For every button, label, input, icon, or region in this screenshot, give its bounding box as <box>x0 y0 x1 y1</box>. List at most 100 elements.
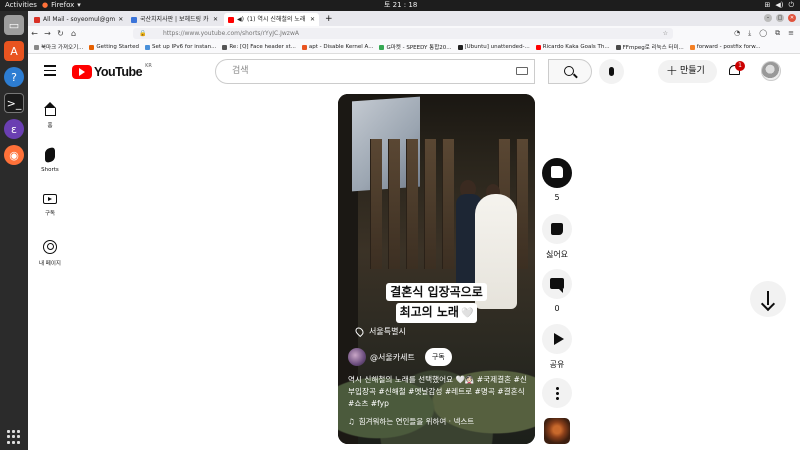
bookmark-item[interactable]: Ricardo Kaka Goals Th... <box>535 44 610 50</box>
emacs-icon[interactable]: ε <box>4 119 24 139</box>
menu-icon[interactable]: ≡ <box>788 29 794 38</box>
audio-playing-icon[interactable]: ◀) <box>237 13 244 26</box>
comment-action: 0 <box>542 269 572 313</box>
network-icon: ⊞ <box>764 1 771 9</box>
create-button[interactable]: + 만들기 <box>658 60 717 83</box>
youtube-page: YouTube KR 검색 + 만들기 1 홈 Shorts 구독 내 페이지 … <box>28 54 800 450</box>
guide-item-home[interactable]: 홈 <box>28 102 72 129</box>
forward-icon[interactable]: → <box>41 29 54 38</box>
youtube-logo[interactable]: YouTube KR <box>72 63 152 79</box>
arrow-down-icon <box>767 291 769 305</box>
music-thumbnail[interactable] <box>544 418 570 444</box>
power-icon: ⏻ <box>788 1 794 9</box>
bookmarks-bar: 북마크 가져오기... Getting Started Set up IPv6 … <box>28 41 800 54</box>
share-action: 공유 <box>542 324 572 370</box>
share-button[interactable] <box>542 324 572 354</box>
app-menu[interactable]: ● Firefox ▾ <box>42 0 81 11</box>
microphone-icon <box>609 67 614 76</box>
downloads-icon[interactable]: ⤓ <box>748 29 751 38</box>
help-icon[interactable]: ? <box>4 67 24 87</box>
shorts-icon <box>45 146 55 164</box>
close-tab-icon[interactable]: ✕ <box>213 13 218 26</box>
bookmark-favicon-icon <box>615 44 621 50</box>
channel-avatar[interactable] <box>348 348 366 366</box>
like-count: 5 <box>554 193 560 202</box>
video-caption: 결혼식 입장곡으로 최고의 노래 🤍 <box>348 281 525 323</box>
dislike-action: 싫어요 <box>542 214 572 260</box>
reload-icon[interactable]: ↻ <box>54 29 67 38</box>
terminal-icon[interactable]: >_ <box>4 93 24 113</box>
url-text[interactable]: https://www.youtube.com/shorts/rYyJC.Jwz… <box>163 30 299 37</box>
guide-item-shorts[interactable]: Shorts <box>28 146 72 173</box>
software-center-icon[interactable]: A <box>4 41 24 61</box>
dislike-button[interactable] <box>542 214 572 244</box>
firefox-dock-icon[interactable]: ◉ <box>4 145 24 165</box>
like-button[interactable] <box>542 158 572 188</box>
bookmark-favicon-icon <box>535 44 541 50</box>
channel-name[interactable]: @서울카세트 <box>370 352 415 363</box>
shorts-player[interactable]: 결혼식 입장곡으로 최고의 노래 🤍 서울특별시 @서울카세트 구독 역시 신해철… <box>338 94 535 444</box>
bookmark-item[interactable]: forward - postfix forw... <box>689 44 761 50</box>
bookmark-favicon-icon <box>301 44 307 50</box>
location-tag[interactable]: 서울특별시 <box>353 325 406 338</box>
activities-button[interactable]: Activities <box>5 0 37 11</box>
tab-youtube-short[interactable]: ◀) (1) 역시 신해철의 노래 ✕ <box>224 13 319 26</box>
new-tab-button[interactable]: + <box>319 13 339 26</box>
clock[interactable]: 토 21 : 18 <box>384 0 417 11</box>
subscribe-button[interactable]: 구독 <box>424 348 452 366</box>
notifications-button[interactable]: 1 <box>728 61 745 79</box>
url-bar[interactable]: 🔒 https://www.youtube.com/shorts/rYyJC.J… <box>133 28 673 39</box>
bookmark-item[interactable]: apt - Disable Kernel A... <box>301 44 373 50</box>
minimize-icon[interactable]: – <box>764 14 772 22</box>
account-icon[interactable]: ◯ <box>759 29 767 38</box>
home-button-icon[interactable]: ⌂ <box>67 29 80 38</box>
music-info[interactable]: ♫ 힘겨워하는 연인들을 위하여 · 넥스트 <box>348 416 474 427</box>
close-window-icon[interactable]: ✕ <box>788 14 796 22</box>
files-icon[interactable]: ▭ <box>4 15 24 35</box>
extensions-icon[interactable]: ⧉ <box>775 29 780 38</box>
tab-gmail[interactable]: All Mail - soyeomul@gm ✕ <box>30 13 125 26</box>
back-icon[interactable]: ← <box>28 29 41 38</box>
more-options-button[interactable] <box>542 378 572 408</box>
bookmark-item[interactable]: 북마크 가져오기... <box>34 43 83 51</box>
bookmark-item[interactable]: FFmpeg로 리눅스 터미... <box>615 43 684 51</box>
lock-icon[interactable]: 🔒 <box>139 28 146 39</box>
comments-button[interactable] <box>542 269 572 299</box>
bookmark-favicon-icon <box>34 44 39 50</box>
voice-search-button[interactable] <box>599 59 624 84</box>
firefox-icon: ● <box>42 1 49 9</box>
bookmark-star-icon[interactable]: ☆ <box>663 28 668 39</box>
system-tray[interactable]: ⊞ ◀) ⏻ <box>764 0 794 11</box>
next-video-button[interactable] <box>750 281 786 317</box>
bookmark-item[interactable]: Set up IPv6 for instan... <box>144 44 216 50</box>
hamburger-menu-icon[interactable] <box>44 65 56 79</box>
navigation-toolbar: ← → ↻ ⌂ 🔒 https://www.youtube.com/shorts… <box>28 26 800 41</box>
pocket-icon[interactable]: ◔ <box>734 29 740 38</box>
search-button[interactable] <box>548 59 592 84</box>
channel-info: @서울카세트 구독 <box>348 348 452 366</box>
guide-item-subscriptions[interactable]: 구독 <box>28 194 72 217</box>
more-action <box>542 378 572 413</box>
close-tab-icon[interactable]: ✕ <box>118 13 123 26</box>
dislike-label: 싫어요 <box>545 250 569 259</box>
show-apps-icon[interactable] <box>7 430 21 444</box>
location-pin-icon <box>353 325 366 338</box>
account-avatar[interactable] <box>761 61 781 81</box>
tab-blog[interactable]: 국산치지사판 | 보헤드링 카 ✕ <box>127 13 222 26</box>
volume-icon: ◀) <box>775 1 784 9</box>
search-input[interactable]: 검색 <box>215 59 535 84</box>
guide-item-you[interactable]: 내 페이지 <box>28 240 72 267</box>
bookmark-item[interactable]: G마켓 - SPEEDY 통합20... <box>379 43 452 51</box>
comment-icon <box>550 278 564 293</box>
keyboard-icon[interactable] <box>516 67 528 75</box>
bookmark-item[interactable]: Getting Started <box>89 44 139 50</box>
video-description[interactable]: 역시 신해철의 노래를 선택했어요 🤍👰🏻 #국제결혼 #신부입장곡 #신해철 … <box>348 374 528 410</box>
bookmark-item[interactable]: Re: [Q] Face header st... <box>222 44 296 50</box>
notification-badge: 1 <box>735 61 745 71</box>
close-tab-icon[interactable]: ✕ <box>310 13 315 26</box>
maximize-icon[interactable]: □ <box>776 14 784 22</box>
dock: ▭ A ? >_ ε ◉ <box>0 11 28 450</box>
bookmark-favicon-icon <box>222 44 228 50</box>
bookmark-item[interactable]: [Ubuntu] unattended-... <box>457 44 530 50</box>
bookmark-favicon-icon <box>144 44 150 50</box>
